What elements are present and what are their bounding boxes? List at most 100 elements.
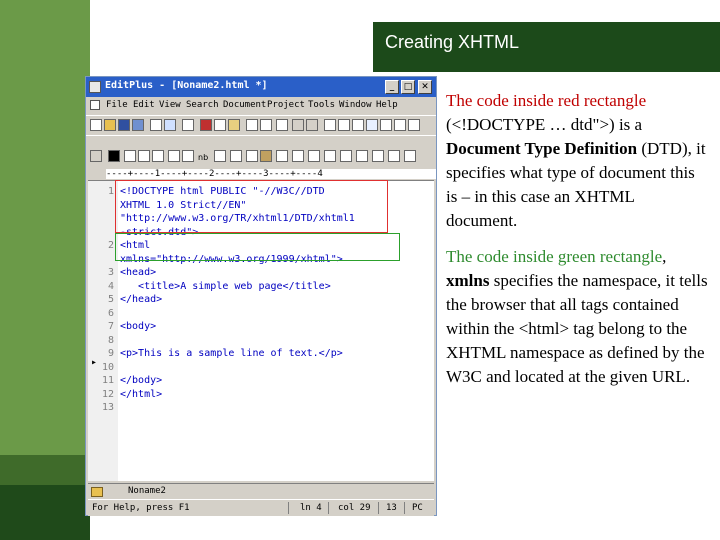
ruler-icon[interactable] (338, 119, 350, 131)
heading-icon[interactable] (230, 150, 242, 162)
line-number: 7 (107, 321, 114, 332)
directory-icon[interactable] (91, 487, 103, 497)
paragraph-xmlns: The code inside green rectangle, xmlns s… (446, 245, 708, 389)
paragraph-doctype: The code inside red rectangle (<!DOCTYPE… (446, 89, 708, 233)
comma: , (662, 247, 667, 266)
app-icon (89, 81, 101, 93)
code-line[interactable]: 12 </html> (88, 388, 434, 401)
anchor-icon[interactable] (260, 150, 272, 162)
line-number: 8 (107, 334, 114, 346)
line-text: <title>A simple web page</title> (120, 280, 331, 292)
code-line[interactable]: 4 <title>A simple web page</title> (88, 280, 434, 293)
menu-help[interactable]: Help (376, 100, 398, 110)
left-band-base (0, 485, 90, 540)
preview-icon[interactable] (404, 150, 416, 162)
italic-icon[interactable] (138, 150, 150, 162)
line-number: 3 (107, 267, 114, 278)
document-icon[interactable] (90, 100, 100, 110)
code-line[interactable]: 10 (88, 361, 434, 374)
directory-icon[interactable] (394, 119, 406, 131)
menu-edit[interactable]: Edit (133, 100, 155, 110)
status-separator (288, 502, 289, 514)
code-line[interactable]: 13 (88, 401, 434, 414)
print-preview-icon[interactable] (164, 119, 176, 131)
form-icon[interactable] (308, 150, 320, 162)
menu-tools[interactable]: Tools (308, 100, 335, 110)
binoculars-icon[interactable] (276, 119, 288, 131)
menu-window[interactable]: Window (339, 100, 372, 110)
line-number: 2 (107, 240, 114, 251)
green-rectangle (115, 233, 400, 261)
status-format: PC (412, 503, 423, 513)
line-number: 5 (107, 294, 114, 305)
menu-document[interactable]: Document (223, 100, 266, 110)
spellcheck-icon[interactable] (182, 119, 194, 131)
font-icon[interactable] (168, 150, 180, 162)
paste-icon[interactable] (228, 119, 240, 131)
copy-icon[interactable] (214, 119, 226, 131)
menu-file[interactable]: File (106, 100, 128, 110)
line-text: </body> (120, 375, 163, 386)
line-number: 6 (107, 307, 114, 319)
statusbar: For Help, press F1 ln 4 col 29 13 PC (88, 499, 434, 516)
bold-icon[interactable] (124, 150, 136, 162)
line-number: 13 (101, 402, 114, 413)
word-wrap-icon[interactable] (324, 119, 336, 131)
red-rectangle-phrase: The code inside red rectangle (446, 91, 647, 110)
status-separator (378, 502, 379, 514)
find-icon[interactable] (246, 119, 258, 131)
code-line[interactable]: 9 <p>This is a sample line of text.</p> (88, 347, 434, 360)
status-help: For Help, press F1 (92, 503, 190, 513)
menu-project[interactable]: Project (267, 100, 305, 110)
image-icon[interactable] (246, 150, 258, 162)
align-icon[interactable] (182, 150, 194, 162)
style-icon[interactable] (372, 150, 384, 162)
table-icon[interactable] (292, 150, 304, 162)
nbsp-button[interactable]: nb (198, 153, 208, 162)
underline-icon[interactable] (152, 150, 164, 162)
line-text: </html> (120, 388, 163, 400)
print-icon[interactable] (150, 119, 162, 131)
window-titlebar[interactable]: EditPlus - [Noname2.html *] _ □ ✕ (86, 77, 436, 97)
line-text: <p>This is a sample line of text.</p> (120, 348, 343, 359)
cut-icon[interactable] (200, 119, 212, 131)
line-number-icon[interactable] (352, 119, 364, 131)
doctype-snippet: (<!DOCTYPE … dtd">) is a (446, 115, 643, 134)
main-toolbar (86, 115, 436, 135)
minimize-icon[interactable]: _ (385, 80, 399, 94)
break-icon[interactable] (214, 150, 226, 162)
cliptext-window-icon[interactable] (408, 119, 420, 131)
code-line[interactable]: 7 <body> (88, 320, 434, 333)
status-separator (328, 502, 329, 514)
code-line[interactable]: 5 </head> (88, 293, 434, 306)
menubar: File Edit View Search Document Project T… (86, 97, 436, 115)
ruler: ----+----1----+----2----+----3----+----4 (106, 169, 436, 179)
link-icon[interactable] (276, 150, 288, 162)
save-icon[interactable] (118, 119, 130, 131)
script-icon[interactable] (356, 150, 368, 162)
new-file-icon[interactable] (90, 119, 102, 131)
menu-view[interactable]: View (159, 100, 181, 110)
pause-icon[interactable] (108, 150, 120, 162)
code-line[interactable]: 8 (88, 334, 434, 347)
undo-icon[interactable] (292, 119, 304, 131)
clip-text-icon[interactable] (380, 119, 392, 131)
save-all-icon[interactable] (132, 119, 144, 131)
replace-icon[interactable] (260, 119, 272, 131)
open-folder-icon[interactable] (104, 119, 116, 131)
line-text: <head> (120, 267, 157, 278)
menu-search[interactable]: Search (186, 100, 219, 110)
list-icon[interactable] (324, 150, 336, 162)
close-icon[interactable]: ✕ (418, 80, 432, 94)
browser-icon[interactable] (366, 119, 378, 131)
tab-noname2[interactable]: Noname2 (128, 486, 166, 496)
green-rectangle-phrase: The code inside green rectangle (446, 247, 663, 266)
code-line[interactable]: 6 (88, 307, 434, 320)
code-line[interactable]: 3 <head> (88, 266, 434, 279)
comment-icon[interactable] (340, 150, 352, 162)
maximize-icon[interactable]: □ (401, 80, 415, 94)
color-icon[interactable] (388, 150, 400, 162)
redo-icon[interactable] (306, 119, 318, 131)
line-number: 12 (101, 388, 114, 400)
code-line[interactable]: 11 </body> (88, 374, 434, 387)
